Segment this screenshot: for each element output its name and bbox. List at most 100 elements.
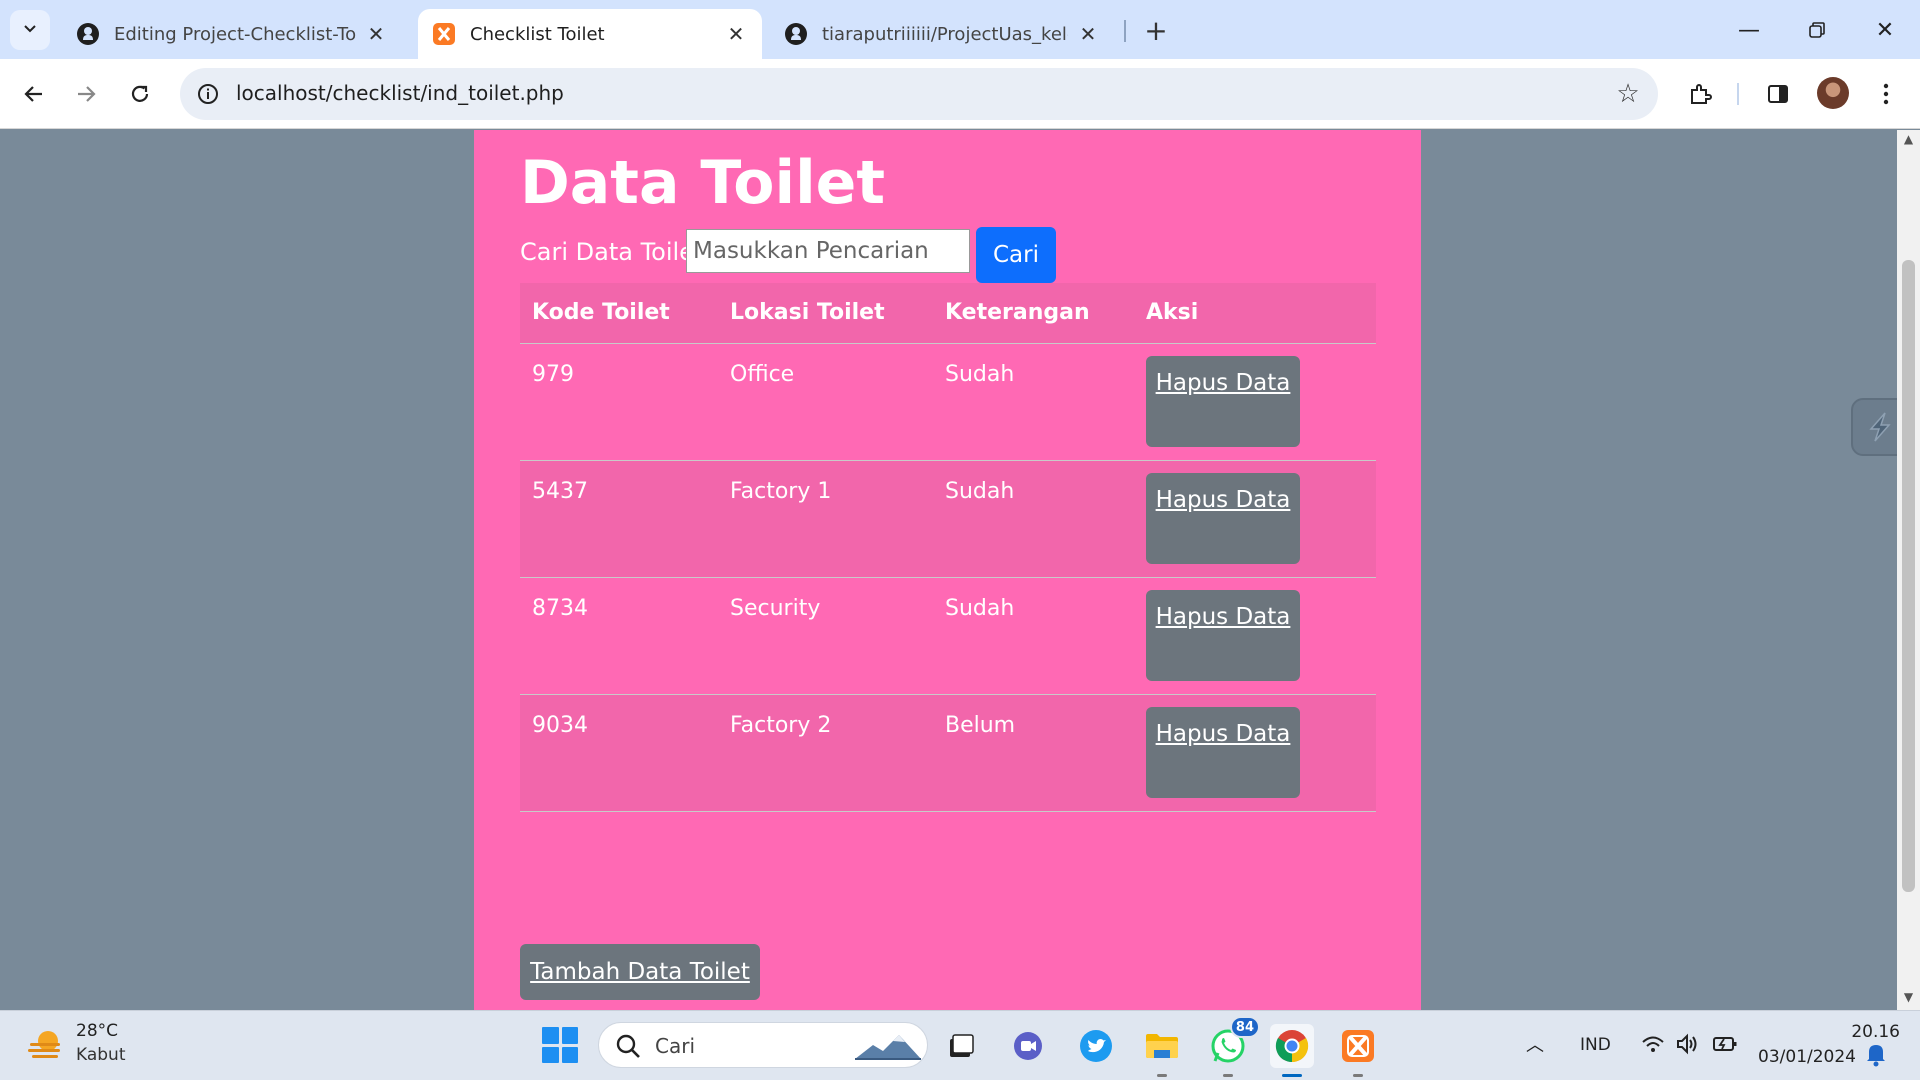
windows-logo-icon <box>542 1027 559 1044</box>
clock-date[interactable]: 03/01/2024 <box>1756 1047 1856 1067</box>
arrow-right-icon <box>78 86 96 102</box>
page-viewport: Data Toilet Cari Data Toilet Cari Kode T… <box>0 130 1897 1010</box>
toilet-table: Kode Toilet Lokasi Toilet Keterangan Aks… <box>520 283 1376 812</box>
page-title: Data Toilet <box>520 148 886 218</box>
table-row: 979 Office Sudah Hapus Data <box>520 343 1376 461</box>
file-explorer-icon[interactable] <box>1140 1024 1184 1077</box>
back-button[interactable] <box>14 74 54 114</box>
extensions-button[interactable] <box>1680 74 1720 114</box>
cell-keterangan: Belum <box>933 694 1134 812</box>
bookmark-star-icon[interactable]: ☆ <box>1612 78 1644 110</box>
close-tab-icon[interactable]: ✕ <box>724 22 748 46</box>
cell-lokasi: Office <box>718 343 933 461</box>
table-row: 8734 Security Sudah Hapus Data <box>520 577 1376 695</box>
chrome-icon[interactable] <box>1270 1024 1314 1077</box>
profile-avatar[interactable] <box>1817 77 1849 109</box>
table-header-row: Kode Toilet Lokasi Toilet Keterangan Aks… <box>520 283 1376 344</box>
notification-bell-icon[interactable] <box>1864 1041 1890 1067</box>
forward-button[interactable] <box>66 74 106 114</box>
close-window-button[interactable]: ✕ <box>1858 8 1912 52</box>
github-icon <box>784 22 808 46</box>
tab-search-button[interactable] <box>10 10 50 50</box>
taskbar-search-text: Cari <box>655 1034 695 1058</box>
tab-title: Checklist Toilet <box>470 23 605 45</box>
whatsapp-badge: 84 <box>1229 1016 1260 1038</box>
restore-icon <box>1809 22 1825 38</box>
restore-button[interactable] <box>1790 8 1844 52</box>
hapus-data-button[interactable]: Hapus Data <box>1146 589 1300 681</box>
volume-icon[interactable] <box>1674 1031 1700 1057</box>
hapus-data-button[interactable]: Hapus Data <box>1146 355 1300 447</box>
scroll-down-arrow[interactable]: ▼ <box>1897 990 1920 1008</box>
search-icon <box>615 1033 641 1059</box>
kebab-menu-icon <box>1883 83 1889 105</box>
column-header-kode: Kode Toilet <box>520 283 718 344</box>
chevron-down-icon <box>22 20 38 40</box>
search-button[interactable]: Cari <box>976 227 1056 283</box>
xampp-icon[interactable] <box>1336 1024 1380 1077</box>
search-input[interactable] <box>686 229 970 273</box>
url-text[interactable]: localhost/checklist/ind_toilet.php <box>236 81 564 105</box>
cell-kode: 979 <box>520 343 718 461</box>
close-tab-icon[interactable]: ✕ <box>364 22 388 46</box>
tab-project-uas[interactable]: tiaraputriiiiii/ProjectUas_kelomp ✕ <box>770 9 1114 59</box>
weather-description: Kabut <box>76 1045 126 1065</box>
task-view-icon[interactable] <box>938 1024 982 1068</box>
tab-strip: Editing Project-Checklist-Toilet/ ✕ Chec… <box>0 0 1920 59</box>
close-tab-icon[interactable]: ✕ <box>1076 22 1100 46</box>
meet-icon[interactable] <box>1006 1024 1050 1068</box>
puzzle-icon <box>1691 84 1712 104</box>
running-indicator <box>1353 1074 1363 1077</box>
taskbar: 28°C Kabut Cari 84 ︿ IND 20.16 03/01/202… <box>0 1010 1920 1080</box>
site-info-icon[interactable] <box>194 80 222 108</box>
cell-aksi: Hapus Data <box>1134 694 1376 812</box>
tambah-data-button[interactable]: Tambah Data Toilet <box>520 944 760 1000</box>
column-header-aksi: Aksi <box>1134 283 1376 344</box>
hapus-data-button[interactable]: Hapus Data <box>1146 472 1300 564</box>
hapus-data-button[interactable]: Hapus Data <box>1146 706 1300 798</box>
side-panel-button[interactable] <box>1758 74 1798 114</box>
cell-aksi: Hapus Data <box>1134 343 1376 461</box>
running-indicator <box>1223 1074 1233 1077</box>
cell-kode: 8734 <box>520 577 718 695</box>
github-icon <box>76 22 100 46</box>
weather-temperature: 28°C <box>76 1021 119 1041</box>
side-panel-icon <box>1768 85 1788 103</box>
weather-fog-icon[interactable] <box>26 1027 66 1063</box>
new-tab-button[interactable]: + <box>1140 14 1172 47</box>
arrow-left-icon <box>24 86 42 102</box>
cell-keterangan: Sudah <box>933 577 1134 695</box>
taskbar-search[interactable]: Cari <box>598 1022 928 1068</box>
content-container: Data Toilet Cari Data Toilet Cari Kode T… <box>474 130 1421 1010</box>
clock-time[interactable]: 20.16 <box>1810 1022 1900 1042</box>
tray-overflow-chevron-icon[interactable]: ︿ <box>1526 1031 1544 1057</box>
input-language[interactable]: IND <box>1580 1035 1611 1055</box>
start-button[interactable] <box>542 1027 578 1063</box>
table-row: 5437 Factory 1 Sudah Hapus Data <box>520 460 1376 578</box>
tab-editing-project[interactable]: Editing Project-Checklist-Toilet/ ✕ <box>62 9 402 59</box>
battery-charging-icon[interactable] <box>1712 1031 1738 1057</box>
tab-checklist-toilet[interactable]: Checklist Toilet ✕ <box>418 9 762 59</box>
cell-aksi: Hapus Data <box>1134 460 1376 578</box>
running-indicator <box>1157 1074 1167 1077</box>
tab-title: tiaraputriiiiii/ProjectUas_kelomp <box>822 23 1068 45</box>
cell-aksi: Hapus Data <box>1134 577 1376 695</box>
wifi-icon[interactable] <box>1640 1031 1666 1057</box>
column-header-keterangan: Keterangan <box>933 283 1134 344</box>
scroll-up-arrow[interactable]: ▲ <box>1897 132 1920 150</box>
address-bar[interactable]: localhost/checklist/ind_toilet.php ☆ <box>180 68 1658 120</box>
search-highlight-icon <box>853 1029 923 1063</box>
xampp-icon <box>432 22 456 46</box>
whatsapp-icon[interactable]: 84 <box>1206 1016 1260 1077</box>
browser-toolbar: localhost/checklist/ind_toilet.php ☆ <box>0 59 1920 129</box>
twitter-icon[interactable] <box>1074 1024 1118 1068</box>
table-row: 9034 Factory 2 Belum Hapus Data <box>520 694 1376 812</box>
reload-button[interactable] <box>120 74 160 114</box>
cell-lokasi: Factory 2 <box>718 694 933 812</box>
search-label: Cari Data Toilet <box>520 238 704 266</box>
scroll-thumb[interactable] <box>1902 260 1915 892</box>
reload-icon <box>131 85 149 102</box>
page-scrollbar[interactable]: ▲ ▼ <box>1897 130 1920 1010</box>
menu-button[interactable] <box>1866 74 1906 114</box>
minimize-button[interactable]: — <box>1722 8 1776 52</box>
